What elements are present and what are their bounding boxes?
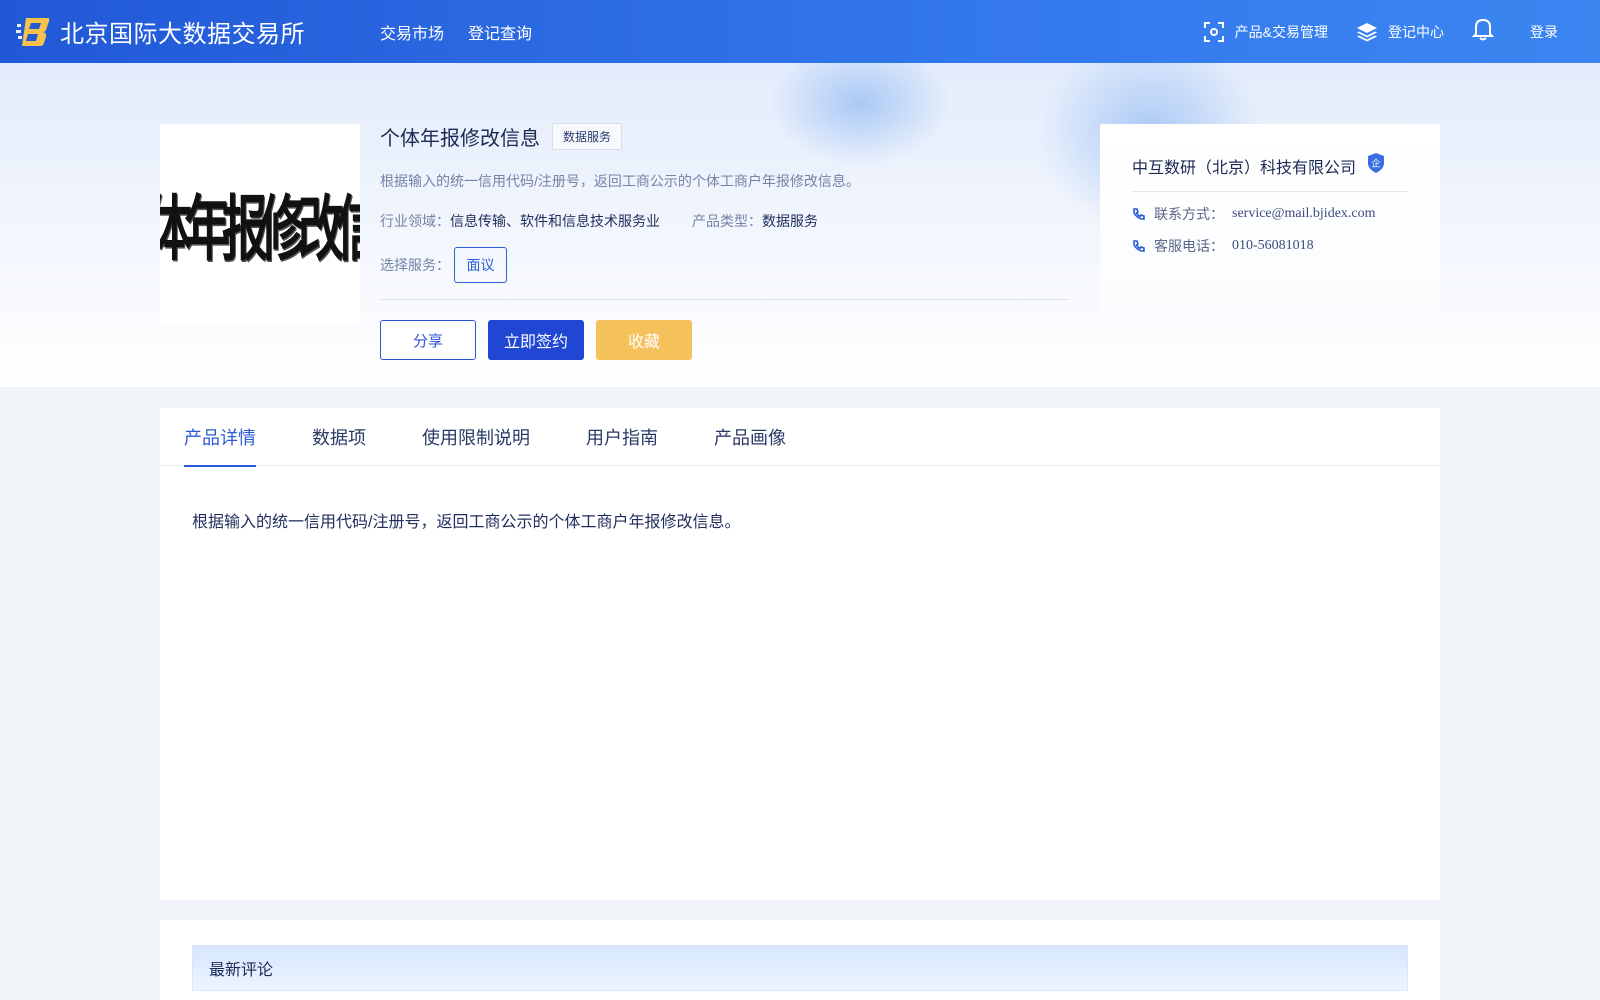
scan-frame-icon [1203,21,1224,42]
industry-value: 信息传输、软件和信息技术服务业 [450,213,660,229]
nav-right: 产品&交易管理 登记中心 登录 [1175,17,1558,46]
service-label: 选择服务： [380,257,450,273]
service-selector: 选择服务： 面议 [380,247,1070,283]
comments-section: 最新评论 [160,920,1440,1000]
comments-title: 最新评论 [192,945,1408,991]
tab-user-guide[interactable]: 用户指南 [586,408,658,466]
contact-email[interactable]: service@mail.bjidex.com [1232,206,1376,222]
product-trade-management-label: 产品&交易管理 [1234,23,1328,40]
notification-bell-icon[interactable] [1471,17,1495,46]
product-meta: 行业领域： 信息传输、软件和信息技术服务业 产品类型： 数据服务 [380,211,1070,231]
phone-number: 010-56081018 [1232,238,1314,253]
product-info: 个体年报修改信息 数据服务 根据输入的统一信用代码/注册号，返回工商公示的个体工… [380,122,1070,360]
favorite-button[interactable]: 收藏 [596,320,692,360]
product-type-value: 数据服务 [762,213,818,229]
phone-label: 客服电话： [1154,238,1224,254]
login-link[interactable]: 登录 [1530,22,1558,42]
tab-product-profile[interactable]: 产品画像 [714,408,786,466]
nav-item-market[interactable]: 交易市场 [380,20,444,44]
industry-label: 行业领域： [380,213,450,229]
company-card: 中互数研（北京）科技有限公司 企 联系方式： service@mail.bjid… [1100,124,1440,324]
sign-now-button[interactable]: 立即签约 [488,320,584,360]
phone-icon [1133,240,1145,252]
product-thumbnail-text: 个体年报修改信息 [160,186,360,271]
brand-name: 北京国际大数据交易所 [60,21,305,48]
contact-phone-row: 客服电话： 010-56081018 [1132,236,1408,256]
register-center-label: 登记中心 [1388,23,1444,40]
tab-usage-restrictions[interactable]: 使用限制说明 [422,408,530,466]
tab-product-details[interactable]: 产品详情 [184,408,256,467]
brand[interactable]: 北京国际大数据交易所 [16,14,356,49]
company-name[interactable]: 中互数研（北京）科技有限公司 [1132,154,1356,178]
layers-icon [1357,22,1377,41]
enterprise-badge-text: 企 [1372,158,1381,170]
register-center-link[interactable]: 登记中心 [1356,21,1444,43]
top-navigation-bar: 北京国际大数据交易所 交易市场 登记查询 产品&交易管理 登记中心 登录 [0,0,1600,63]
product-trade-management-link[interactable]: 产品&交易管理 [1203,21,1328,43]
nav-item-registry-query[interactable]: 登记查询 [468,20,532,44]
title-row: 个体年报修改信息 数据服务 [380,122,1070,151]
action-buttons: 分享 立即签约 收藏 [380,320,1070,360]
phone-icon [1133,208,1145,220]
tab-data-items[interactable]: 数据项 [312,408,366,466]
service-option-negotiable[interactable]: 面议 [454,247,507,283]
detail-tabs: 产品详情 数据项 使用限制说明 用户指南 产品画像 [160,408,1440,467]
product-thumbnail: 个体年报修改信息 [160,124,360,324]
detail-content: 根据输入的统一信用代码/注册号，返回工商公示的个体工商户年报修改信息。 [192,514,741,531]
contact-label: 联系方式： [1154,206,1224,222]
product-title: 个体年报修改信息 [380,128,540,150]
bjidex-logo-icon [16,16,50,48]
detail-panel: 产品详情 数据项 使用限制说明 用户指南 产品画像 根据输入的统一信用代码/注册… [160,408,1440,900]
product-type-label: 产品类型： [692,213,762,229]
main-nav: 交易市场 登记查询 [380,20,556,44]
product-tag: 数据服务 [552,123,623,150]
enterprise-shield-icon: 企 [1366,152,1386,179]
contact-email-row: 联系方式： service@mail.bjidex.com [1132,204,1408,224]
company-name-row: 中互数研（北京）科技有限公司 企 [1132,152,1408,192]
divider [380,299,1070,300]
share-button[interactable]: 分享 [380,320,476,360]
product-description: 根据输入的统一信用代码/注册号，返回工商公示的个体工商户年报修改信息。 [380,173,860,189]
